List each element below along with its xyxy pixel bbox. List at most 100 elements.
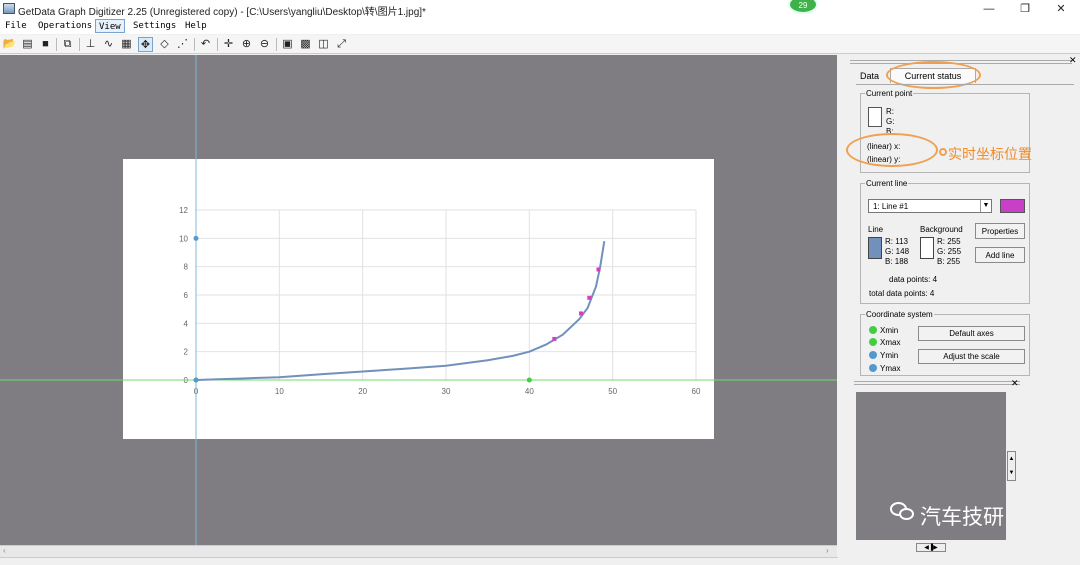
ymin-status-dot xyxy=(869,351,877,359)
digitized-point xyxy=(579,311,583,316)
toolbar: 📂 ▤ ■ ⧉ ⊥ ∿ ▦ ✥ ◇ ⋰ ↶ ✛ ⊕ ⊖ ▣ ▩ ◫ ⤢ xyxy=(0,35,1080,54)
scan-icon[interactable]: ▤ xyxy=(20,37,35,52)
notification-badge[interactable]: 29 xyxy=(788,0,818,14)
annotation-label: 实时坐标位置 xyxy=(948,146,1032,162)
tab-data[interactable]: Data xyxy=(860,71,879,81)
line-r: R: 113 xyxy=(885,237,908,246)
line-g: G: 148 xyxy=(885,247,910,256)
line-select[interactable]: 1: Line #1 ▼ xyxy=(868,199,992,213)
ymax-status-dot xyxy=(869,364,877,372)
xmax-status-dot xyxy=(869,338,877,346)
zoom-in-icon[interactable]: ⊕ xyxy=(239,37,254,52)
x-tick-label: 10 xyxy=(275,387,284,396)
preview-horizontal-scrollbar[interactable]: ◀▐▶ xyxy=(916,543,946,552)
move-icon[interactable]: ✛ xyxy=(221,37,236,52)
x-tick-label: 60 xyxy=(692,387,701,396)
y-tick-label: 4 xyxy=(184,319,189,328)
tab-underline xyxy=(856,84,1074,85)
zoom-out-icon[interactable]: ⊖ xyxy=(257,37,272,52)
menu-view[interactable]: View xyxy=(95,19,125,33)
x-tick-label: 40 xyxy=(525,387,534,396)
title-bar: GetData Graph Digitizer 2.25 (Unregister… xyxy=(0,0,1080,18)
y-tick-label: 2 xyxy=(184,348,189,357)
x-tick-label: 50 xyxy=(608,387,617,396)
table-icon[interactable]: ▩ xyxy=(298,37,313,52)
digitized-point xyxy=(587,295,592,300)
image-workspace[interactable]: 0102030405060024681012 xyxy=(0,55,837,545)
x-tick-label: 30 xyxy=(442,387,451,396)
y-tick-label: 6 xyxy=(184,291,189,300)
bg-g: G: 255 xyxy=(937,247,962,256)
default-axes-button[interactable]: Default axes xyxy=(918,326,1025,341)
chevron-down-icon: ▼ xyxy=(980,200,991,212)
y-tick-label: 12 xyxy=(179,206,188,215)
y-tick-label: 10 xyxy=(179,234,188,243)
ymax-label: Ymax xyxy=(880,364,901,373)
point-g: G: xyxy=(886,117,895,126)
undo-icon[interactable]: ↶ xyxy=(198,37,213,52)
image-icon[interactable]: ▣ xyxy=(280,37,295,52)
point-icon[interactable]: ✥ xyxy=(138,37,153,52)
wechat-logo-icon xyxy=(890,500,916,522)
xmin-status-dot xyxy=(869,326,877,334)
menu-file[interactable]: File xyxy=(2,19,30,33)
panel-close-icon[interactable]: ✕ xyxy=(1069,55,1077,66)
digitized-point xyxy=(596,267,601,272)
menu-operations[interactable]: Operations xyxy=(35,19,95,33)
xmax-label: Xmax xyxy=(880,338,901,347)
scroll-right-icon[interactable]: › xyxy=(826,546,829,555)
line-color-swatch[interactable] xyxy=(1000,199,1025,213)
x-axis-marker xyxy=(526,377,532,383)
axes-icon[interactable]: ⊥ xyxy=(83,37,98,52)
menu-settings[interactable]: Settings xyxy=(130,19,179,33)
auto-trace-icon[interactable]: ∿ xyxy=(101,37,116,52)
data-points-count: data points: 4 xyxy=(889,275,938,284)
annotation-ellipse xyxy=(846,133,938,167)
digitized-point xyxy=(552,336,557,341)
app-icon xyxy=(3,3,15,14)
point-color-swatch xyxy=(868,107,882,127)
y-axis-marker xyxy=(193,377,199,383)
watermark-text: 汽车技研 xyxy=(920,506,1004,529)
adjust-scale-button[interactable]: Adjust the scale xyxy=(918,349,1025,364)
point-r: R: xyxy=(886,107,894,116)
line-select-value: 1: Line #1 xyxy=(873,202,909,211)
total-data-points-count: total data points: 4 xyxy=(869,289,935,298)
background-label: Background xyxy=(920,225,963,234)
scroll-left-icon[interactable]: ‹ xyxy=(3,546,6,555)
y-tick-label: 8 xyxy=(184,263,189,272)
chat-bubble-shape xyxy=(899,508,914,520)
xmin-label: Xmin xyxy=(880,326,899,335)
toolbar-separator xyxy=(79,38,80,51)
toolbar-separator xyxy=(276,38,277,51)
bg-r: R: 255 xyxy=(937,237,961,246)
side-panel: ✕ Data Current status Current point R: G… xyxy=(838,55,1080,565)
copy-icon[interactable]: ⧉ xyxy=(60,37,75,52)
add-line-button[interactable]: Add line xyxy=(975,247,1025,263)
digitized-chart[interactable]: 0102030405060024681012 xyxy=(0,55,837,545)
line-b: B: 188 xyxy=(885,257,909,266)
fit-icon[interactable]: ⤢ xyxy=(334,37,349,52)
toolbar-separator xyxy=(217,38,218,51)
x-tick-label: 20 xyxy=(358,387,367,396)
horizontal-scrollbar[interactable]: ‹ › xyxy=(0,545,837,557)
menu-help[interactable]: Help xyxy=(182,19,210,33)
line-icon[interactable]: ⋰ xyxy=(175,37,190,52)
toolbar-separator xyxy=(56,38,57,51)
window-title: GetData Graph Digitizer 2.25 (Unregister… xyxy=(18,7,426,18)
toolbar-separator xyxy=(194,38,195,51)
y-axis-marker xyxy=(193,235,199,241)
properties-button[interactable]: Properties xyxy=(975,223,1025,239)
preview-close-icon[interactable]: ✕ xyxy=(1011,378,1019,389)
chart-image-background xyxy=(123,159,714,439)
save-icon[interactable]: ■ xyxy=(38,37,53,52)
window-icon[interactable]: ◫ xyxy=(316,37,331,52)
preview-panel-strip xyxy=(854,381,1020,385)
preview-vertical-scrollbar[interactable]: ▲ ▼ xyxy=(1007,451,1016,481)
bg-b: B: 255 xyxy=(937,257,961,266)
ymin-label: Ymin xyxy=(880,351,899,360)
close-button[interactable]: ✕ xyxy=(1038,0,1080,18)
eraser-icon[interactable]: ◇ xyxy=(157,37,172,52)
grid-icon[interactable]: ▦ xyxy=(119,37,134,52)
open-icon[interactable]: 📂 xyxy=(2,37,17,52)
